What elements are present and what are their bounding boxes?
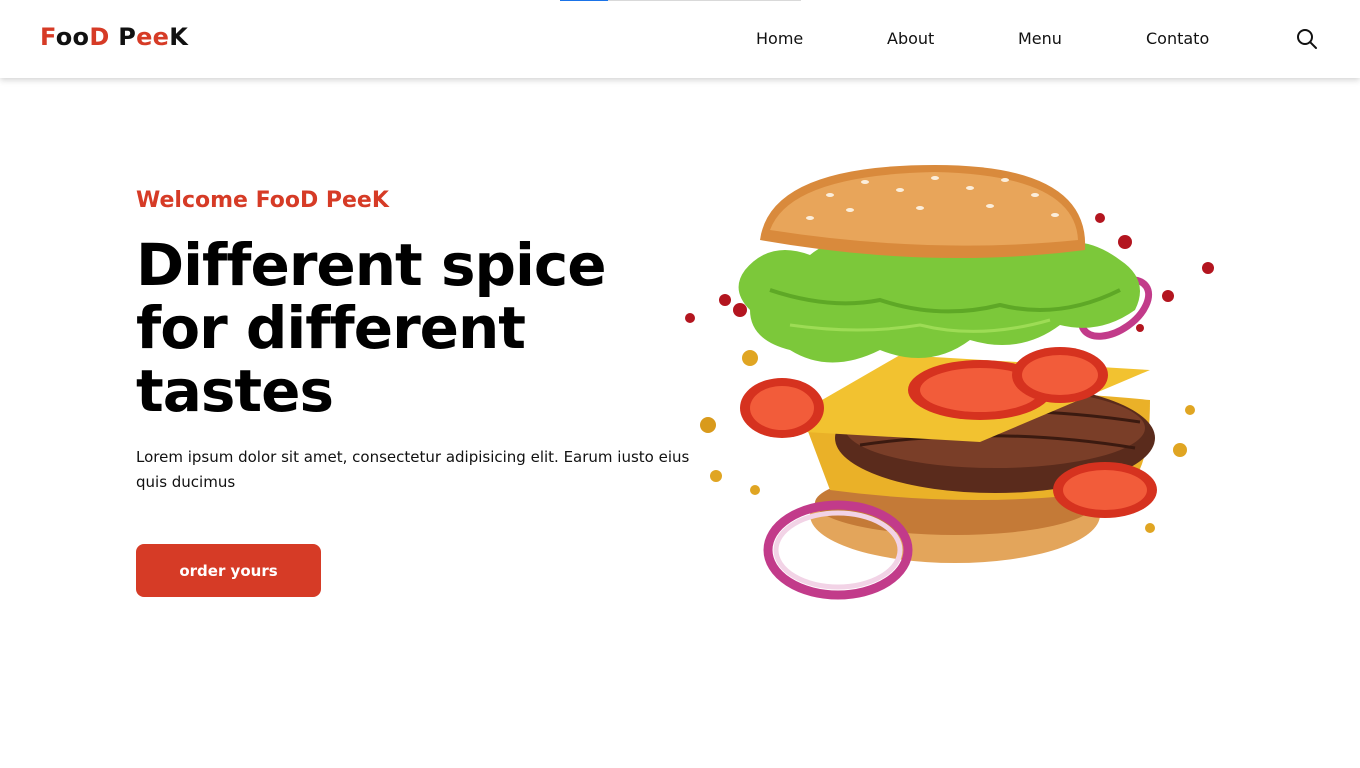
nav-link-about[interactable]: About [887, 29, 934, 48]
logo-letter: oo [55, 23, 90, 51]
welcome-heading: Welcome FooD PeeK [136, 188, 389, 213]
logo-letter: D [89, 23, 119, 51]
order-yours-button[interactable]: order yours [136, 544, 321, 597]
hero-description: Lorem ipsum dolor sit amet, consectetur … [136, 448, 690, 491]
search-icon[interactable] [1296, 28, 1318, 50]
site-header: FooD PeeK Home About Menu Contato [0, 0, 1360, 78]
burger-image [685, 165, 1214, 600]
logo-letter: K [169, 23, 189, 51]
nav-link-contato[interactable]: Contato [1146, 29, 1209, 48]
logo-letter: P [118, 23, 137, 51]
nav-link-home[interactable]: Home [756, 29, 803, 48]
nav-link-menu[interactable]: Menu [1018, 29, 1062, 48]
page-progress-bar [560, 0, 801, 1]
site-logo[interactable]: FooD PeeK [40, 23, 188, 51]
logo-letter: ee [136, 23, 170, 51]
page-progress-fill [560, 0, 609, 1]
logo-letter: F [40, 23, 56, 51]
hero-headline: Different spice for different tastes [136, 231, 607, 425]
